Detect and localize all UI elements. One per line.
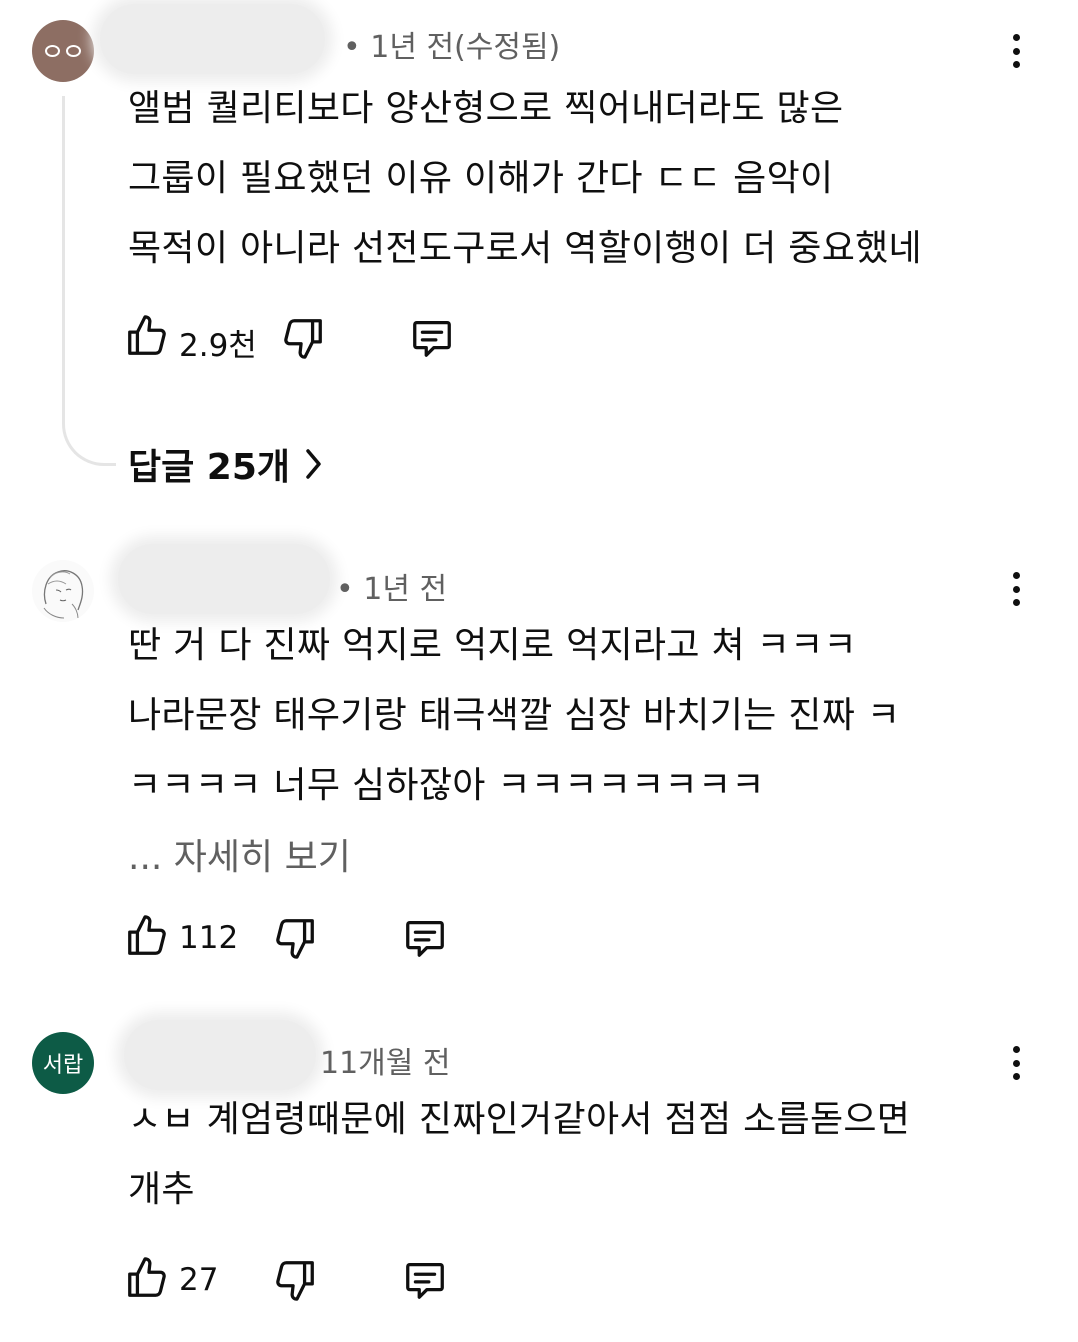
replies-button[interactable]: 답글 25개 [128, 438, 324, 490]
dislike-icon[interactable] [272, 915, 318, 961]
comment-line: 앨범 퀄리티보다 양산형으로 찍어내더라도 많은 [128, 88, 844, 129]
dislike-icon[interactable] [272, 1257, 318, 1303]
reply-icon[interactable] [409, 315, 455, 361]
comment-line: 개추 [128, 1169, 195, 1210]
reply-icon[interactable] [402, 915, 448, 961]
avatar-illustration [43, 570, 84, 619]
comments-list: • 1년 전(수정됨) 앨범 퀄리티보다 양산형으로 찍어내더라도 많은 그룹이… [0, 0, 1078, 1342]
thread-connector [62, 96, 116, 466]
avatar-eye-left [45, 45, 60, 57]
more-options-icon[interactable] [1009, 34, 1023, 68]
dislike-icon[interactable] [280, 315, 326, 361]
comment-text: 딴 거 다 진짜 억지로 억지로 억지라고 쳐 ㅋㅋㅋ 나라문장 태우기랑 태극… [128, 611, 1028, 821]
comment-line: 그룹이 필요했던 이유 이해가 간다 ㄷㄷ 음악이 [128, 158, 834, 199]
comment-line: ㅋㅋㅋㅋ 너무 심하잖아 ㅋㅋㅋㅋㅋㅋㅋㅋ [128, 765, 765, 806]
avatar-eye-right [66, 45, 81, 57]
comment-line: 목적이 아니라 선전도구로서 역할이행이 더 중요했네 [128, 228, 922, 269]
reply-icon[interactable] [402, 1257, 448, 1303]
avatar-initials: 서랍 [42, 1053, 84, 1078]
comment-text: ㅅㅂ 계엄령때문에 진짜인거같아서 점점 소름돋으면 개추 [128, 1085, 1028, 1225]
like-count: 112 [179, 920, 239, 956]
avatar[interactable]: 서랍 [32, 1032, 94, 1094]
comment-meta: 11개월 전 [320, 1046, 451, 1081]
comment-line: 딴 거 다 진짜 억지로 억지로 억지라고 쳐 ㅋㅋㅋ [128, 625, 857, 666]
replies-label: 답글 25개 [128, 447, 290, 488]
comment-line: 나라문장 태우기랑 태극색깔 심장 바치기는 진짜 ㅋ [128, 695, 901, 736]
like-icon[interactable] [124, 1255, 170, 1301]
more-options-icon[interactable] [1009, 572, 1023, 606]
like-count: 27 [179, 1262, 219, 1298]
author-name-redacted [118, 544, 330, 614]
like-icon[interactable] [124, 913, 170, 959]
comment-meta: • 1년 전(수정됨) [343, 30, 561, 65]
read-more-link[interactable]: ... 자세히 보기 [128, 828, 351, 880]
comment-line: ㅅㅂ 계엄령때문에 진짜인거같아서 점점 소름돋으면 [128, 1099, 911, 1140]
author-name-redacted [124, 1020, 316, 1090]
like-icon[interactable] [124, 313, 170, 359]
avatar[interactable] [32, 20, 94, 82]
chevron-right-icon [306, 449, 321, 479]
author-name-redacted [100, 4, 325, 74]
comment-meta: • 1년 전 [336, 572, 448, 607]
comment-text: 앨범 퀄리티보다 양산형으로 찍어내더라도 많은 그룹이 필요했던 이유 이해가… [128, 74, 1028, 284]
like-count: 2.9천 [179, 328, 257, 364]
more-options-icon[interactable] [1009, 1046, 1023, 1080]
avatar[interactable] [32, 560, 94, 622]
